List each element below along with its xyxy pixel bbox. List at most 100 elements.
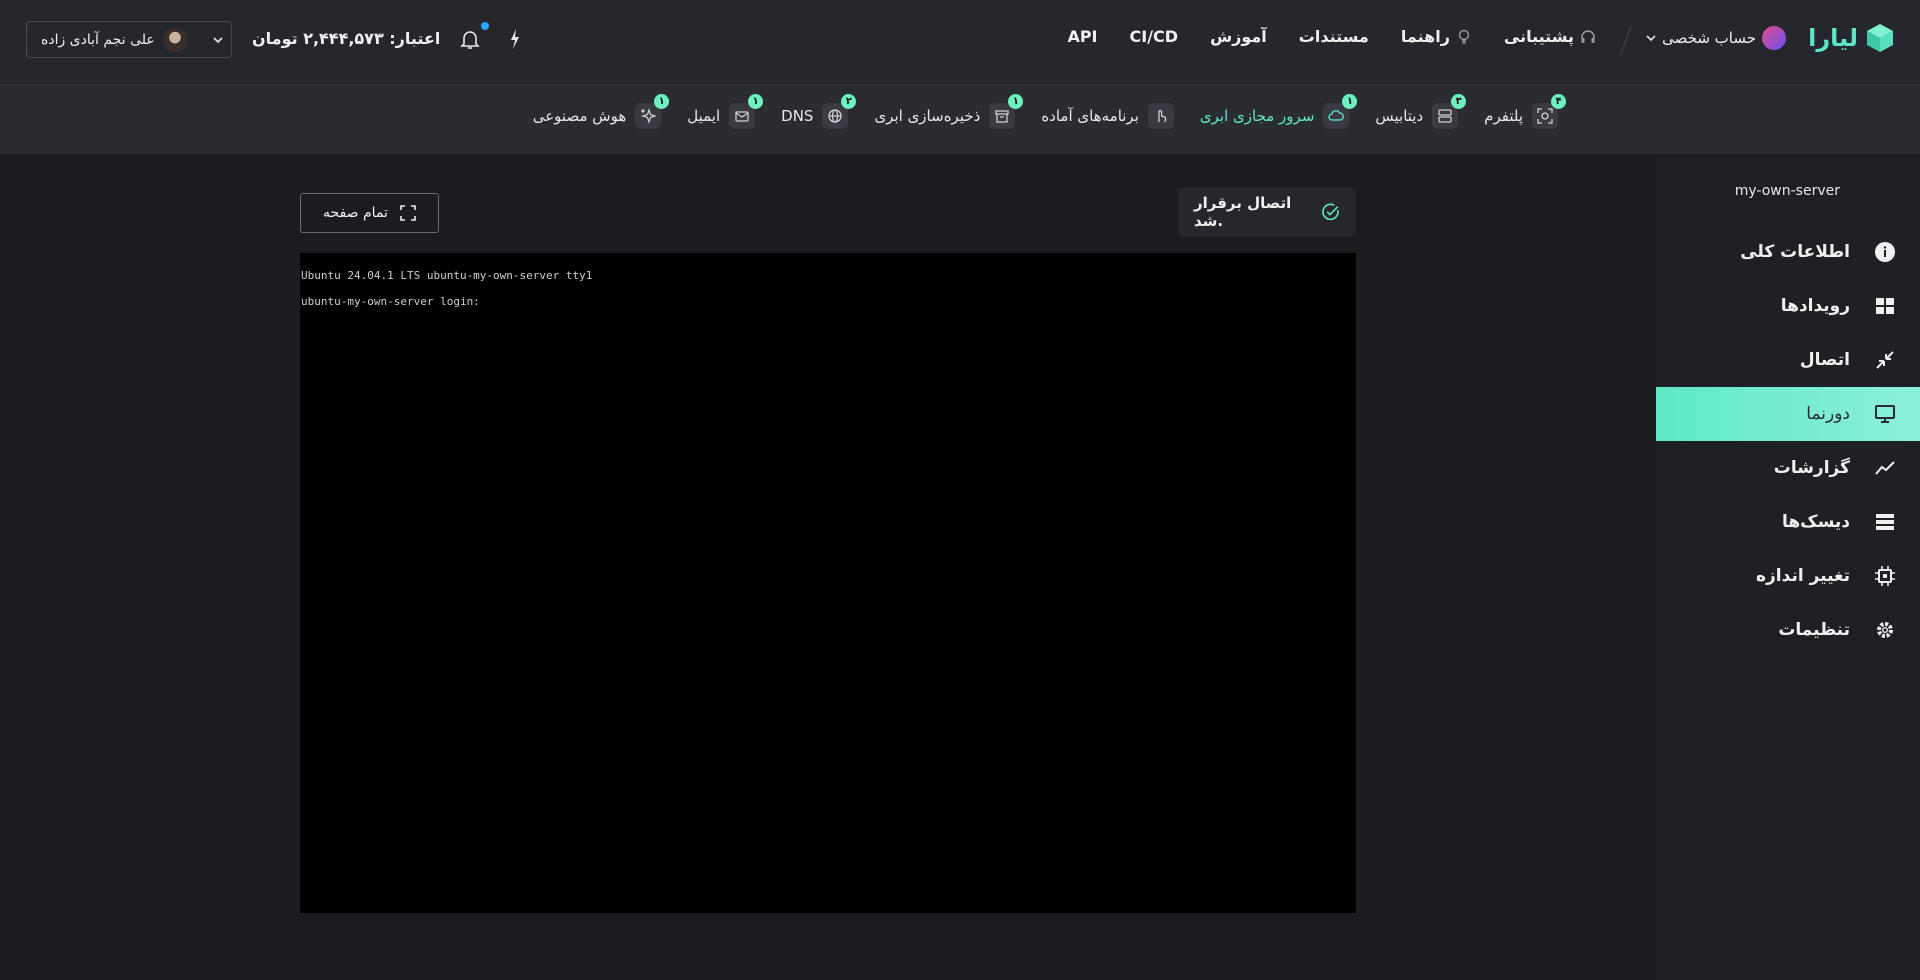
touch-icon: [1147, 103, 1174, 129]
nav-support-label: پشتیبانی: [1503, 27, 1574, 46]
logo[interactable]: لیارا: [1808, 22, 1896, 54]
sidebar-item-settings[interactable]: تنظیمات: [1656, 603, 1920, 657]
connection-status-text: اتصال برقرار شد.: [1194, 194, 1292, 230]
nav-guide-label: راهنما: [1400, 27, 1450, 46]
sidebar-item-connection[interactable]: اتصال: [1656, 333, 1920, 387]
cube-logo-icon: [1867, 24, 1893, 52]
product-count-badge: ۲: [841, 94, 857, 109]
products-bar: ۴ پلتفرم ۳ دیتابیس ۱ سرور مجازی ابری برن…: [0, 83, 1920, 154]
account-avatar: [1762, 26, 1786, 50]
lightning-icon[interactable]: [508, 28, 522, 50]
globe-icon: ۲: [822, 94, 857, 129]
terminal-line: ubuntu-my-own-server login:: [301, 295, 480, 308]
nav-guide[interactable]: راهنما: [1401, 27, 1472, 46]
product-platform[interactable]: ۴ پلتفرم: [1484, 94, 1566, 129]
credit-balance: اعتبار: ۲,۴۴۴,۵۷۳ تومان: [252, 29, 441, 48]
product-storage[interactable]: ۱ ذخیره‌سازی ابری: [874, 94, 1024, 129]
account-switcher[interactable]: حساب شخصی: [1646, 26, 1786, 50]
chevron-down-icon: [213, 36, 223, 43]
product-count-badge: ۴: [1551, 94, 1566, 109]
nav-cicd[interactable]: CI/CD: [1130, 27, 1179, 46]
chart-line-icon: [1850, 457, 1920, 479]
nav-docs[interactable]: مستندات: [1299, 27, 1369, 46]
logo-text: لیارا: [1808, 24, 1858, 52]
sidebar-menu: اطلاعات کلی رویدادها اتصال دورنما گزارشا…: [1656, 225, 1920, 657]
nav-docs-label: مستندات: [1298, 27, 1369, 46]
gear-icon: [1850, 619, 1920, 641]
terminal-line: Ubuntu 24.04.1 LTS ubuntu-my-own-server …: [301, 269, 593, 282]
sidebar-item-label: گزارشات: [1773, 458, 1850, 478]
headphones-icon: [1581, 29, 1595, 43]
product-label: DNS: [781, 107, 814, 125]
console-terminal[interactable]: Ubuntu 24.04.1 LTS ubuntu-my-own-server …: [300, 253, 1356, 913]
sidebar-item-resize[interactable]: تغییر اندازه: [1656, 549, 1920, 603]
product-count-badge: ۱: [1342, 94, 1358, 109]
info-icon: [1850, 241, 1920, 263]
fullscreen-button[interactable]: تمام صفحه: [300, 193, 439, 233]
sidebar-item-console[interactable]: دورنما: [1656, 387, 1920, 441]
platform-icon: ۴: [1532, 94, 1566, 129]
product-label: دیتابیس: [1375, 107, 1424, 125]
connect-icon: [1850, 349, 1920, 371]
cloud-icon: ۱: [1323, 94, 1358, 129]
cpu-icon: [1850, 565, 1920, 587]
product-ready-apps[interactable]: برنامه‌های آماده: [1041, 103, 1174, 129]
product-label: ایمیل: [687, 107, 721, 125]
sparkle-icon: ۱: [635, 94, 670, 129]
sidebar-item-label: رویدادها: [1780, 296, 1850, 316]
sidebar-item-label: دورنما: [1806, 404, 1850, 424]
nav-api-label: API: [1067, 27, 1098, 46]
product-count-badge: ۱: [748, 94, 764, 109]
sidebar-item-events[interactable]: رویدادها: [1656, 279, 1920, 333]
expand-icon: [400, 205, 416, 221]
account-label: حساب شخصی: [1662, 29, 1756, 47]
product-count-badge: ۳: [1451, 94, 1467, 109]
bell-icon[interactable]: [458, 27, 482, 51]
archive-icon: ۱: [989, 94, 1024, 129]
notification-dot: [481, 22, 489, 30]
avatar: [162, 27, 187, 52]
product-ai[interactable]: ۱ هوش مصنوعی: [532, 94, 670, 129]
server-name: my-own-server: [1734, 183, 1840, 199]
product-label: پلتفرم: [1484, 107, 1523, 125]
product-count-badge: ۱: [654, 94, 670, 109]
sidebar: my-own-server اطلاعات کلی رویدادها اتصال…: [1656, 155, 1920, 980]
product-label: برنامه‌های آماده: [1041, 107, 1139, 125]
nav-support[interactable]: پشتیبانی: [1504, 27, 1596, 46]
nav-learn[interactable]: آموزش: [1210, 27, 1267, 46]
monitor-icon: [1850, 403, 1920, 425]
divider: [1619, 26, 1632, 56]
nav-learn-label: آموزش: [1210, 27, 1267, 46]
sidebar-item-label: تغییر اندازه: [1755, 566, 1850, 586]
fullscreen-label: تمام صفحه: [323, 205, 388, 221]
sidebar-item-reports[interactable]: گزارشات: [1656, 441, 1920, 495]
check-circle-icon: [1321, 203, 1339, 221]
product-count-badge: ۱: [1008, 94, 1024, 109]
user-menu[interactable]: علی نجم آبادی زاده: [26, 21, 232, 58]
sidebar-item-label: تنظیمات: [1778, 620, 1850, 640]
product-cloud-server[interactable]: ۱ سرور مجازی ابری: [1199, 94, 1358, 129]
sidebar-item-label: دیسک‌ها: [1782, 512, 1850, 532]
product-label: هوش مصنوعی: [532, 107, 627, 125]
top-nav: پشتیبانی راهنما مستندات آموزش CI/CD API: [1067, 27, 1596, 46]
connection-status: اتصال برقرار شد.: [1178, 187, 1356, 237]
product-database[interactable]: ۳ دیتابیس: [1375, 94, 1467, 129]
grid-icon: [1850, 295, 1920, 317]
product-dns[interactable]: ۲ DNS: [781, 94, 857, 129]
sidebar-item-label: اتصال: [1799, 350, 1850, 370]
sidebar-item-disks[interactable]: دیسک‌ها: [1656, 495, 1920, 549]
disks-icon: [1850, 511, 1920, 533]
mail-icon: ۱: [729, 94, 764, 129]
product-email[interactable]: ۱ ایمیل: [687, 94, 764, 129]
database-icon: ۳: [1432, 94, 1467, 129]
top-bar: لیارا حساب شخصی پشتیبانی راهنما مستندات …: [0, 0, 1920, 82]
nav-cicd-label: CI/CD: [1129, 27, 1179, 46]
user-name: علی نجم آبادی زاده: [41, 31, 155, 48]
sidebar-item-overview[interactable]: اطلاعات کلی: [1656, 225, 1920, 279]
product-label: ذخیره‌سازی ابری: [874, 107, 981, 125]
sidebar-item-label: اطلاعات کلی: [1740, 242, 1850, 262]
nav-api[interactable]: API: [1067, 27, 1097, 46]
lightbulb-icon: [1458, 29, 1470, 44]
chevron-down-icon: [1646, 35, 1656, 42]
product-label: سرور مجازی ابری: [1199, 107, 1315, 125]
